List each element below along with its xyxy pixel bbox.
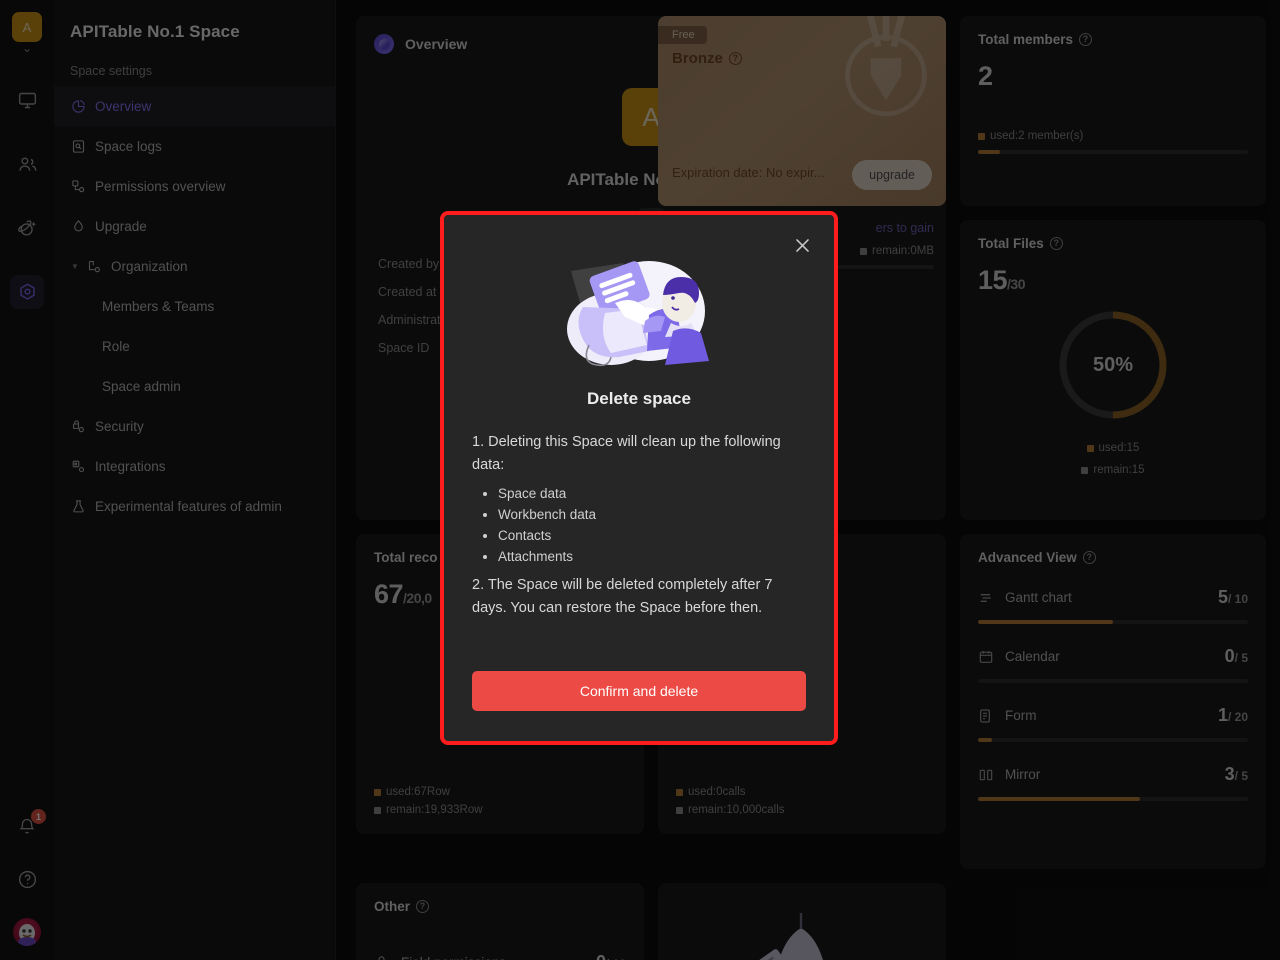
- modal-bullet-list: Space data Workbench data Contacts Attac…: [498, 484, 806, 568]
- list-item: Space data: [498, 484, 806, 505]
- delete-space-modal: Delete space 1. Deleting this Space will…: [440, 211, 838, 745]
- modal-paragraph-1: 1. Deleting this Space will clean up the…: [472, 434, 781, 474]
- close-icon[interactable]: [790, 233, 814, 257]
- modal-body: 1. Deleting this Space will clean up the…: [472, 431, 806, 621]
- list-item: Contacts: [498, 526, 806, 547]
- modal-paragraph-2: 2. The Space will be deleted completely …: [472, 576, 773, 617]
- list-item: Workbench data: [498, 505, 806, 526]
- list-item: Attachments: [498, 547, 806, 568]
- delete-space-illustration: [567, 261, 709, 367]
- modal-title: Delete space: [587, 389, 691, 408]
- confirm-and-delete-button[interactable]: Confirm and delete: [472, 671, 806, 711]
